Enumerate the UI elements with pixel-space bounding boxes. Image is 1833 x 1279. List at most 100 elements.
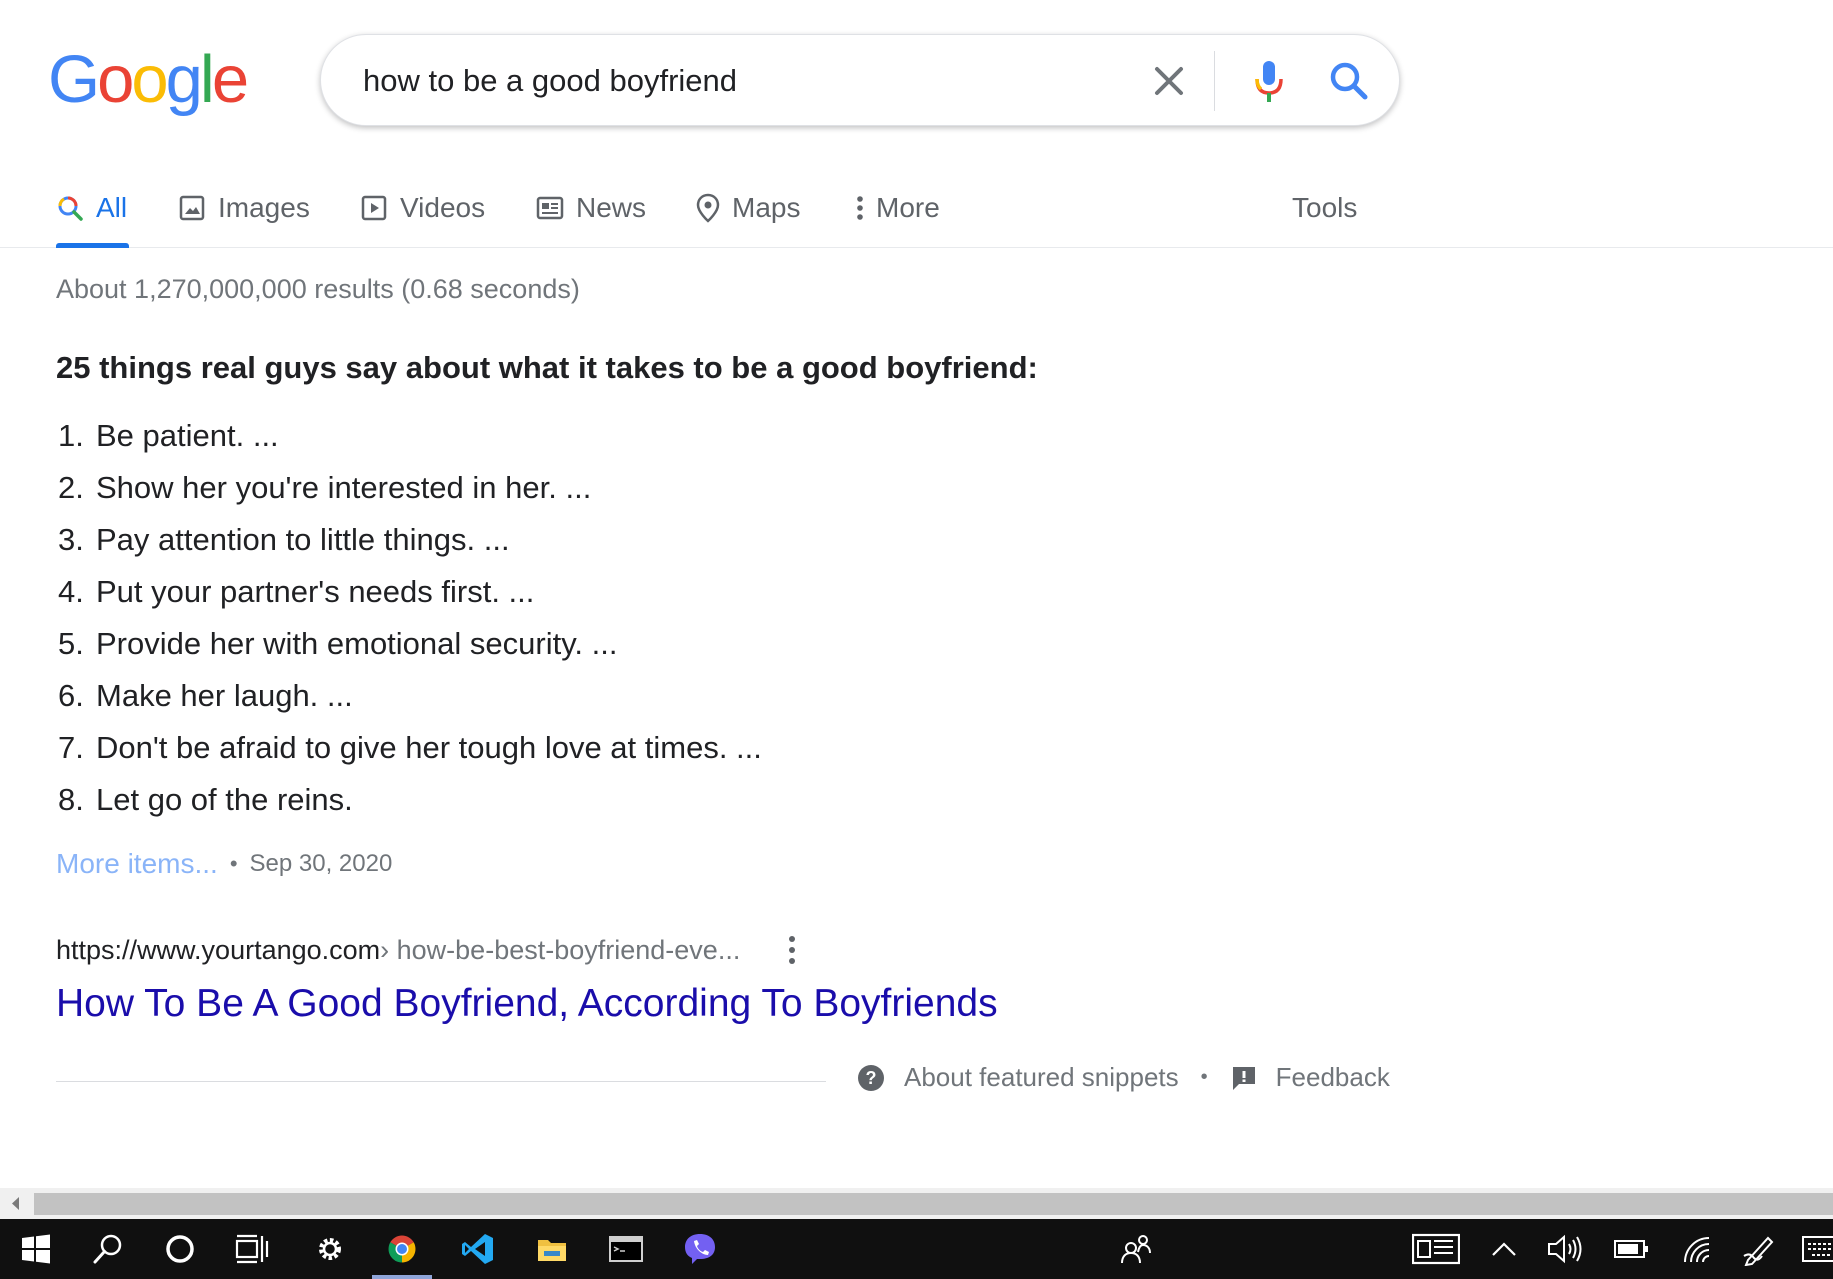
people-button[interactable] [1100, 1219, 1172, 1279]
cite-domain[interactable]: https://www.yourtango.com [56, 935, 380, 966]
horizontal-scrollbar[interactable] [0, 1188, 1833, 1219]
list-item-text: Let go of the reins. [96, 782, 353, 817]
volume-button[interactable] [1530, 1219, 1602, 1279]
viber-icon [685, 1234, 715, 1264]
tab-label: Maps [732, 192, 801, 223]
cite-path[interactable]: › how-be-best-boyfriend-eve... [380, 935, 740, 966]
logo-letter-l: l [199, 42, 215, 117]
list-item-text: Make her laugh. ... [96, 678, 353, 713]
touch-keyboard-button[interactable] [1786, 1219, 1833, 1279]
terminal-taskbar-button[interactable] [590, 1219, 662, 1279]
wifi-icon [1684, 1237, 1710, 1263]
volume-icon [1548, 1234, 1582, 1264]
search-submit-button[interactable] [1321, 53, 1377, 109]
taskbar-search-button[interactable] [72, 1219, 144, 1279]
active-app-indicator [372, 1275, 432, 1279]
terminal-icon [609, 1236, 643, 1262]
map-pin-icon [696, 193, 720, 223]
snippet-heading: 25 things real guys say about what it ta… [56, 350, 1038, 385]
logo-letter-g2: g [165, 42, 203, 117]
result-title-link[interactable]: How To Be A Good Boyfriend, According To… [56, 982, 998, 1026]
keyboard-icon [1802, 1236, 1833, 1262]
battery-button[interactable] [1596, 1219, 1668, 1279]
tab-label: Images [218, 192, 310, 223]
feedback-label: Feedback [1275, 1062, 1390, 1092]
snippet-footer-divider [56, 1081, 826, 1082]
snippet-list: 1. Be patient. ... 2. Show her you're inte… [58, 414, 762, 830]
tools-button[interactable]: Tools [1292, 184, 1357, 232]
tab-label: Videos [400, 192, 486, 223]
result-stats: About 1,270,000,000 results (0.68 second… [56, 274, 580, 304]
list-item: 7. Don't be afraid to give her tough love… [58, 726, 762, 778]
tab-images[interactable]: Images [178, 184, 310, 232]
chrome-taskbar-button[interactable] [366, 1219, 438, 1279]
snippet-date: Sep 30, 2020 [249, 850, 393, 877]
list-item-text: Be patient. ... [96, 418, 279, 453]
search-icon [58, 196, 83, 221]
file-explorer-taskbar-button[interactable] [516, 1219, 588, 1279]
tab-videos[interactable]: Videos [360, 184, 485, 232]
search-tabs: All Images Videos News Maps More Tools [0, 160, 1833, 248]
microphone-icon [1255, 61, 1283, 102]
list-item: 5. Provide her with emotional security. .… [58, 622, 762, 674]
feedback-link[interactable]: Feedback [1230, 1062, 1390, 1093]
chevron-left-icon [12, 1197, 19, 1210]
cortana-icon [166, 1235, 194, 1263]
battery-icon [1614, 1240, 1648, 1258]
search-icon [93, 1234, 122, 1264]
list-item-number: 3. [58, 522, 84, 557]
separator-dot: • [229, 851, 238, 876]
tab-label: News [576, 192, 647, 223]
search-input[interactable] [363, 57, 1123, 105]
logo-letter-g: G [48, 42, 100, 117]
list-item-number: 8. [58, 782, 84, 817]
settings-button[interactable] [294, 1219, 366, 1279]
snippet-footer: ? About featured snippets • Feedback [856, 1062, 1390, 1093]
search-box-divider [1214, 51, 1215, 111]
settings-gear-icon [319, 1238, 341, 1260]
list-item-text: Show her you're interested in her. ... [96, 470, 592, 505]
list-item-text: Don't be afraid to give her tough love a… [96, 730, 762, 765]
help-icon: ? [858, 1064, 884, 1091]
list-item-number: 4. [58, 574, 84, 609]
feedback-icon [1232, 1066, 1255, 1090]
scroll-left-button[interactable] [0, 1188, 32, 1219]
tab-label: More [876, 192, 940, 223]
clear-search-button[interactable] [1147, 59, 1191, 103]
cortana-button[interactable] [144, 1219, 216, 1279]
task-view-button[interactable] [216, 1219, 288, 1279]
logo-letter-o1: o [97, 42, 134, 117]
tab-news[interactable]: News [536, 184, 646, 232]
kebab-icon [857, 196, 863, 220]
image-icon [179, 195, 205, 221]
start-button[interactable] [0, 1219, 72, 1279]
search-icon [1330, 62, 1368, 100]
tab-all[interactable]: All [56, 184, 127, 232]
list-item: 4. Put your partner's needs first. ... [58, 570, 762, 622]
scrollbar-thumb[interactable] [34, 1193, 1833, 1215]
tab-label: All [96, 192, 128, 223]
tab-maps[interactable]: Maps [696, 184, 800, 232]
list-item-number: 7. [58, 730, 84, 765]
list-item-number: 5. [58, 626, 84, 661]
close-icon [1155, 67, 1183, 95]
about-featured-snippets-link[interactable]: ? About featured snippets [856, 1062, 1179, 1093]
list-item-text: Pay attention to little things. ... [96, 522, 510, 557]
more-items-link[interactable]: More items... [56, 848, 218, 880]
result-cite: https://www.yourtango.com › how-be-best-… [56, 932, 804, 968]
vscode-taskbar-button[interactable] [442, 1219, 514, 1279]
separator-dot: • [1200, 1066, 1208, 1088]
list-item: 6. Make her laugh. ... [58, 674, 762, 726]
google-logo[interactable]: Google [48, 42, 249, 117]
logo-letter-o2: o [131, 42, 168, 117]
result-options-icon[interactable] [780, 932, 804, 968]
voice-search-button[interactable] [1241, 53, 1297, 109]
about-featured-snippets-label: About featured snippets [904, 1062, 1179, 1092]
pen-icon [1743, 1236, 1774, 1266]
task-view-icon [235, 1234, 269, 1264]
news-widget-icon [1412, 1233, 1460, 1265]
list-item: 3. Pay attention to little things. ... [58, 518, 762, 570]
tab-more[interactable]: More [856, 184, 940, 232]
viber-taskbar-button[interactable] [664, 1219, 736, 1279]
news-widget-button[interactable] [1400, 1219, 1472, 1279]
